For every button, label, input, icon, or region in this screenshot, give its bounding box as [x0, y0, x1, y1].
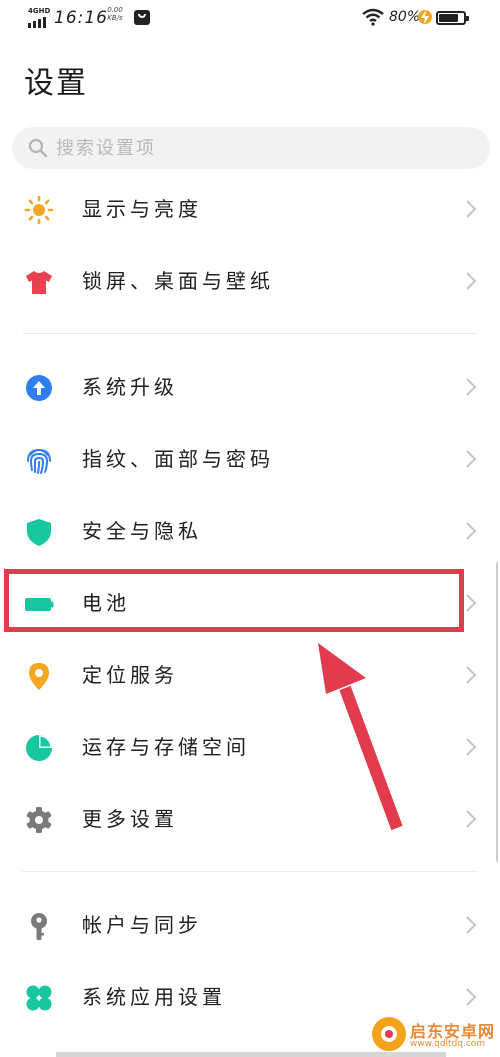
search-bar[interactable]	[12, 127, 490, 169]
settings-item-fingerprint[interactable]: 指纹、面部与密码	[0, 423, 500, 495]
signal-icon: 4GHD	[28, 7, 51, 28]
search-input[interactable]	[56, 134, 456, 162]
notification-icon	[134, 10, 150, 25]
chevron-right-icon	[466, 916, 477, 934]
chevron-right-icon	[466, 810, 477, 828]
chevron-right-icon	[466, 200, 477, 218]
settings-item-label: 更多设置	[82, 807, 178, 831]
settings-item-location[interactable]: 定位服务	[0, 639, 500, 711]
chevron-right-icon	[466, 522, 477, 540]
battery-status-icon	[436, 11, 469, 25]
divider	[22, 871, 478, 872]
network-speed-value: 0.00	[107, 6, 123, 14]
settings-item-storage[interactable]: 运存与存储空间	[0, 711, 500, 783]
watermark: 启东安卓网 www.qdltdq.com	[372, 1012, 500, 1057]
settings-item-label: 运存与存储空间	[82, 735, 250, 759]
watermark-url: www.qdltdq.com	[410, 1039, 486, 1049]
search-icon	[28, 138, 48, 158]
divider	[22, 333, 478, 334]
settings-item-label: 定位服务	[82, 663, 178, 687]
chevron-right-icon	[466, 272, 477, 290]
watermark-logo-icon	[372, 1017, 406, 1051]
fingerprint-icon	[24, 445, 54, 475]
wifi-icon	[362, 8, 384, 26]
battery-fill	[439, 14, 458, 22]
key-icon	[24, 911, 54, 941]
settings-item-system-upgrade[interactable]: 系统升级	[0, 351, 500, 423]
chevron-right-icon	[466, 988, 477, 1006]
settings-item-label: 系统应用设置	[82, 985, 226, 1009]
settings-item-accounts[interactable]: 帐户与同步	[0, 889, 500, 961]
gear-icon	[24, 805, 54, 835]
chevron-right-icon	[466, 378, 477, 396]
network-speed: 0.00 KB/s	[105, 6, 125, 22]
chevron-right-icon	[466, 450, 477, 468]
status-time: 16:16	[54, 8, 108, 28]
chevron-right-icon	[466, 738, 477, 756]
clover-icon	[24, 983, 54, 1013]
settings-item-label: 系统升级	[82, 375, 178, 399]
settings-item-more[interactable]: 更多设置	[0, 783, 500, 855]
location-pin-icon	[24, 661, 54, 691]
settings-item-label: 指纹、面部与密码	[82, 447, 274, 471]
shield-icon	[24, 517, 54, 547]
sun-icon	[24, 195, 54, 225]
settings-item-display[interactable]: 显示与亮度	[0, 173, 500, 245]
settings-item-label: 帐户与同步	[82, 913, 202, 937]
upgrade-arrow-icon	[24, 373, 54, 403]
tshirt-icon	[24, 267, 54, 297]
charging-icon	[418, 10, 432, 24]
chevron-right-icon	[466, 594, 477, 612]
settings-item-security[interactable]: 安全与隐私	[0, 495, 500, 567]
settings-item-lockscreen[interactable]: 锁屏、桌面与壁纸	[0, 245, 500, 317]
settings-item-label: 安全与隐私	[82, 519, 202, 543]
network-speed-unit: KB/s	[107, 14, 123, 22]
pie-chart-icon	[24, 733, 54, 763]
page-title: 设置	[24, 66, 88, 101]
status-bar: 4GHD 16:16 0.00 KB/s 80%	[0, 0, 500, 38]
network-type: 4GHD	[28, 7, 51, 15]
battery-percent: 80%	[389, 9, 421, 25]
settings-item-label: 显示与亮度	[82, 197, 202, 221]
highlight-box	[4, 569, 464, 632]
scrollbar[interactable]	[496, 562, 498, 862]
settings-item-label: 锁屏、桌面与壁纸	[82, 269, 274, 293]
chevron-right-icon	[466, 666, 477, 684]
